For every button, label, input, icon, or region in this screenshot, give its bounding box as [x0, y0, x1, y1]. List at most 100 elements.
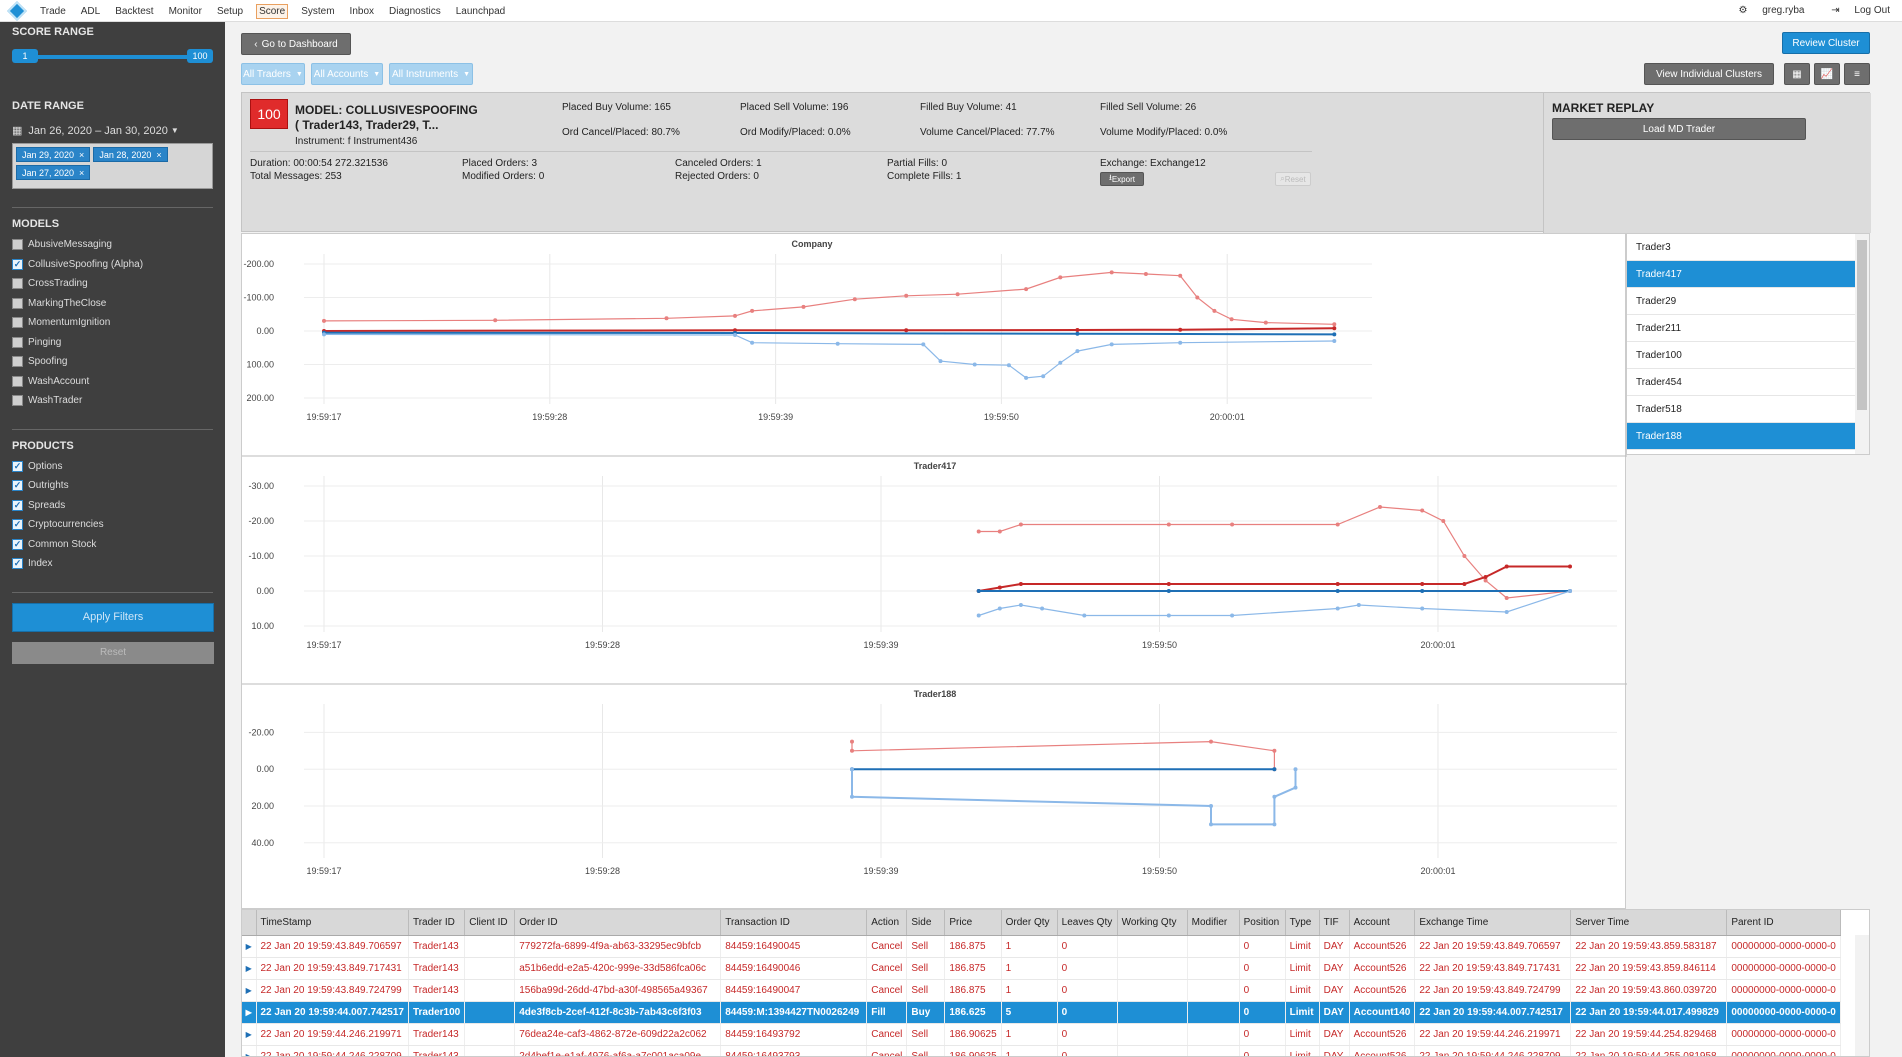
- expand-row-icon[interactable]: ▶: [242, 1001, 257, 1024]
- layers-icon[interactable]: ≡: [1844, 63, 1870, 85]
- filter-dropdown-all-accounts[interactable]: All Accounts ▼: [311, 63, 383, 85]
- table-row[interactable]: ▶ 22 Jan 20 19:59:43.849.724799 Trader143 1…: [242, 979, 1841, 1002]
- column-header[interactable]: Trader ID: [408, 910, 466, 936]
- models-checkbox-item[interactable]: CrossTrading: [12, 274, 213, 294]
- checkbox-icon[interactable]: [12, 336, 23, 348]
- app-logo-icon[interactable]: [7, 0, 27, 21]
- column-header[interactable]: TimeStamp: [256, 910, 409, 936]
- checkbox-icon[interactable]: ✓: [12, 258, 23, 270]
- table-row[interactable]: ▶ 22 Jan 20 19:59:43.849.717431 Trader143 a…: [242, 957, 1841, 980]
- export-button[interactable]: ⭳ Export: [1100, 172, 1144, 186]
- reset-filters-button[interactable]: Reset: [12, 641, 214, 664]
- date-range-picker[interactable]: ▦ Jan 26, 2020 – Jan 30, 2020 ▼: [12, 124, 213, 138]
- models-checkbox-item[interactable]: Spoofing: [12, 352, 213, 372]
- table-row[interactable]: ▶ 22 Jan 20 19:59:44.246.219971 Trader143 7…: [242, 1023, 1841, 1046]
- trader-list-item[interactable]: Trader518: [1627, 396, 1856, 423]
- chart-0[interactable]: Company 19:59:17 19:59:28 19:59:39 19:59:50 2…: [243, 239, 1372, 422]
- date-tags-input[interactable]: Jan 29, 2020 × Jan 28, 2020 × Jan 27, 2020 ×: [12, 143, 213, 189]
- trader-list-item[interactable]: Trader100: [1627, 342, 1856, 369]
- expand-row-icon[interactable]: ▶: [242, 1045, 257, 1056]
- scroll-thumb[interactable]: [1857, 240, 1867, 410]
- checkbox-icon[interactable]: ✓: [12, 460, 23, 472]
- table-row[interactable]: ▶ 22 Jan 20 19:59:44.007.742517 Trader100 4…: [242, 1001, 1841, 1024]
- table-scrollbar[interactable]: [1855, 935, 1869, 1056]
- charts-svg[interactable]: Company 19:59:17 19:59:28 19:59:39 19:59:50 2…: [242, 234, 1627, 910]
- trader-list-item[interactable]: Trader417: [1627, 261, 1856, 288]
- column-header[interactable]: Action: [866, 910, 908, 936]
- checkbox-icon[interactable]: [12, 356, 23, 368]
- trader-list-item[interactable]: Trader3: [1627, 234, 1856, 261]
- checkbox-icon[interactable]: ✓: [12, 499, 23, 511]
- trader-list-item[interactable]: Trader454: [1627, 369, 1856, 396]
- close-icon[interactable]: ×: [156, 150, 161, 160]
- chart-2[interactable]: Trader188 19:59:17 19:59:28 19:59:39 19:59:5…: [242, 683, 1627, 876]
- checkbox-icon[interactable]: [12, 395, 23, 407]
- checkbox-icon[interactable]: ✓: [12, 480, 23, 492]
- checkbox-icon[interactable]: [12, 297, 23, 309]
- filter-dropdown-all-traders[interactable]: All Traders ▼: [241, 63, 305, 85]
- column-header[interactable]: Side: [906, 910, 946, 936]
- go-to-dashboard-button[interactable]: ‹ Go to Dashboard: [241, 33, 351, 55]
- column-header[interactable]: Type: [1285, 910, 1320, 936]
- column-header[interactable]: TIF: [1319, 910, 1350, 936]
- column-header[interactable]: Modifier: [1187, 910, 1240, 936]
- nav-backtest[interactable]: Backtest: [113, 5, 155, 18]
- nav-diagnostics[interactable]: Diagnostics: [387, 5, 443, 18]
- checkbox-icon[interactable]: ✓: [12, 558, 23, 570]
- expand-row-icon[interactable]: ▶: [242, 1023, 257, 1046]
- models-checkbox-item[interactable]: Pinging: [12, 333, 213, 353]
- checkbox-icon[interactable]: ✓: [12, 519, 23, 531]
- nav-score[interactable]: Score: [256, 3, 289, 19]
- expand-row-icon[interactable]: ▶: [242, 979, 257, 1002]
- nav-setup[interactable]: Setup: [215, 5, 245, 18]
- checkbox-icon[interactable]: [12, 239, 23, 251]
- products-checkbox-item[interactable]: ✓ Spreads: [12, 496, 213, 516]
- column-header[interactable]: Working Qty: [1117, 910, 1188, 936]
- expand-row-icon[interactable]: ▶: [242, 935, 257, 958]
- column-header[interactable]: Exchange Time: [1414, 910, 1572, 936]
- trader-list-item[interactable]: Trader188: [1627, 423, 1856, 450]
- score-range-slider[interactable]: 1 100: [12, 48, 213, 66]
- date-tag[interactable]: Jan 28, 2020 ×: [93, 147, 168, 162]
- products-checkbox-item[interactable]: ✓ Common Stock: [12, 535, 213, 555]
- models-checkbox-item[interactable]: ✓ CollusiveSpoofing (Alpha): [12, 255, 213, 275]
- view-individual-clusters-button[interactable]: View Individual Clusters: [1644, 63, 1774, 85]
- nav-trade[interactable]: Trade: [38, 5, 68, 18]
- products-checkbox-item[interactable]: ✓ Index: [12, 554, 213, 574]
- load-md-trader-button[interactable]: Load MD Trader: [1552, 118, 1806, 140]
- products-checkbox-item[interactable]: ✓ Outrights: [12, 476, 213, 496]
- checkbox-icon[interactable]: [12, 317, 23, 329]
- trader-list-item[interactable]: Trader29: [1627, 288, 1856, 315]
- nav-inbox[interactable]: Inbox: [348, 5, 376, 18]
- models-checkbox-item[interactable]: WashAccount: [12, 372, 213, 392]
- nav-monitor[interactable]: Monitor: [167, 5, 204, 18]
- slider-max-handle[interactable]: 100: [187, 49, 213, 63]
- reset-zoom-button[interactable]: ⌕ Reset: [1275, 172, 1311, 186]
- products-checkbox-item[interactable]: ✓ Cryptocurrencies: [12, 515, 213, 535]
- models-checkbox-item[interactable]: AbusiveMessaging: [12, 235, 213, 255]
- nav-adl[interactable]: ADL: [79, 5, 102, 18]
- column-header[interactable]: Account: [1349, 910, 1416, 936]
- apply-filters-button[interactable]: Apply Filters: [12, 602, 214, 632]
- column-header[interactable]: Server Time: [1570, 910, 1728, 936]
- column-header[interactable]: Leaves Qty: [1057, 910, 1118, 936]
- column-header[interactable]: Price: [944, 910, 1002, 936]
- grid-layout-icon[interactable]: ▦: [1784, 63, 1810, 85]
- table-row[interactable]: ▶ 22 Jan 20 19:59:43.849.706597 Trader143 7…: [242, 935, 1841, 958]
- column-header[interactable]: Order Qty: [1001, 910, 1058, 936]
- filter-dropdown-all-instruments[interactable]: All Instruments ▼: [389, 63, 473, 85]
- column-header[interactable]: Transaction ID: [720, 910, 868, 936]
- chart-view-icon[interactable]: 📈: [1814, 63, 1840, 85]
- models-checkbox-item[interactable]: MarkingTheClose: [12, 294, 213, 314]
- products-checkbox-item[interactable]: ✓ Options: [12, 457, 213, 477]
- models-checkbox-item[interactable]: MomentumIgnition: [12, 313, 213, 333]
- close-icon[interactable]: ×: [79, 168, 84, 178]
- checkbox-icon[interactable]: [12, 375, 23, 387]
- column-header[interactable]: Client ID: [464, 910, 516, 936]
- column-header[interactable]: Parent ID: [1726, 910, 1841, 936]
- review-cluster-button[interactable]: Review Cluster: [1782, 32, 1870, 54]
- logout-link[interactable]: ⇥ Log Out: [1819, 5, 1890, 16]
- models-checkbox-item[interactable]: WashTrader: [12, 391, 213, 411]
- checkbox-icon[interactable]: ✓: [12, 538, 23, 550]
- nav-system[interactable]: System: [299, 5, 336, 18]
